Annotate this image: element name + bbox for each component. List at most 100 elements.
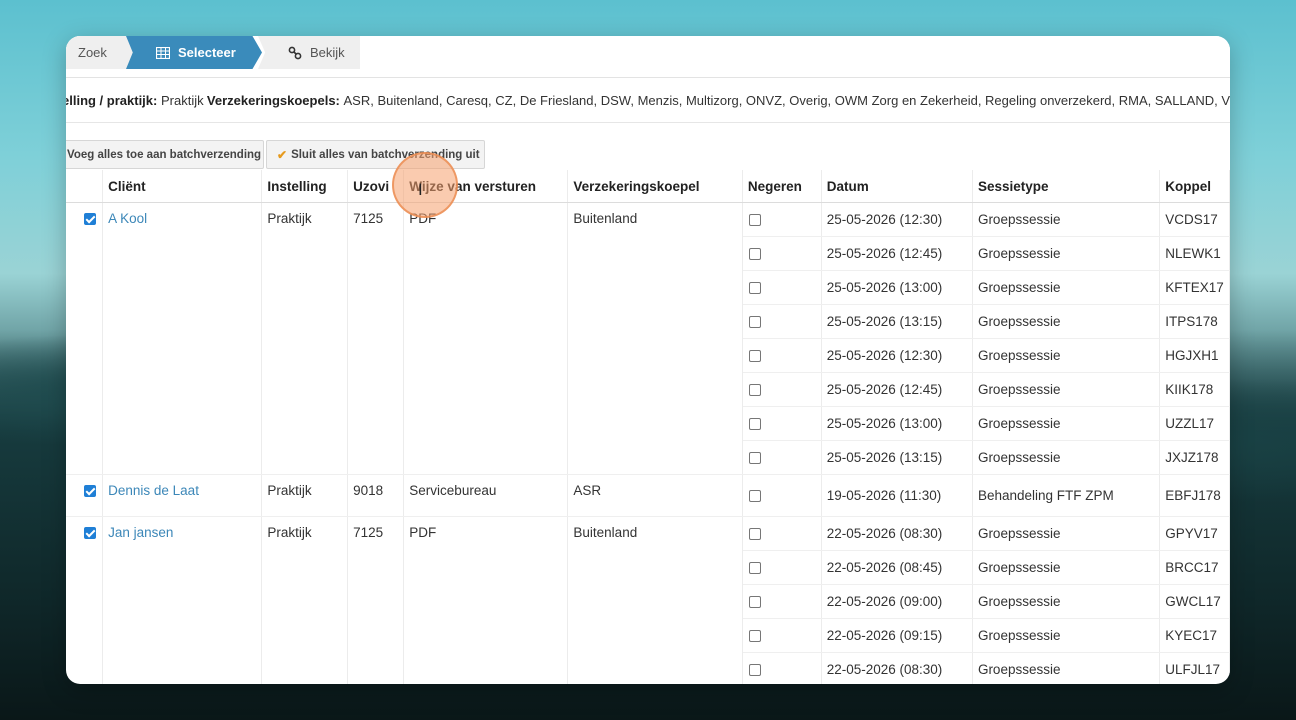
negeren-checkbox[interactable] <box>748 452 761 465</box>
negeren-checkbox[interactable] <box>748 596 761 609</box>
negeren-cell <box>742 304 822 339</box>
declaration-table: Cliënt Instelling Uzovi Wijze van verstu… <box>66 170 1230 684</box>
select-client-checkbox[interactable] <box>84 213 96 226</box>
sessietype-cell: Behandeling FTF ZPM <box>972 474 1161 517</box>
select-cell <box>66 202 104 475</box>
client-cell[interactable]: Jan jansen <box>102 516 263 684</box>
koppel-cell: NLEWK1 <box>1159 236 1230 271</box>
negeren-checkbox[interactable] <box>748 528 761 541</box>
column-header[interactable]: Cliënt <box>102 170 263 203</box>
koppel-cell: JXJZ178 <box>1159 440 1230 475</box>
wijze-cell: PDF <box>403 516 569 684</box>
link-icon <box>288 46 302 59</box>
negeren-checkbox[interactable] <box>748 562 761 575</box>
step-bekijk[interactable]: Bekijk <box>258 36 360 69</box>
sessietype-cell: Groepssessie <box>972 618 1161 653</box>
negeren-cell <box>742 584 822 619</box>
app-window: Zoek Bekijk Selecteer elling / praktijk:… <box>66 36 1230 684</box>
step-zoek-label: Zoek <box>78 45 107 60</box>
wijze-cell: PDF <box>403 202 569 475</box>
step-selecteer-label: Selecteer <box>178 45 236 60</box>
column-header[interactable]: Wijze van versturen <box>403 170 569 203</box>
koppel-cell: GWCL17 <box>1159 584 1230 619</box>
instelling-cell: Praktijk <box>261 474 349 517</box>
koepels-filter-label: Verzekeringskoepels: <box>206 92 340 108</box>
check-icon: ✔ <box>277 147 288 162</box>
negeren-cell <box>742 652 822 684</box>
column-header[interactable]: Verzekeringskoepel <box>567 170 743 203</box>
sessietype-cell: Groepssessie <box>972 652 1161 684</box>
table-icon <box>156 46 170 59</box>
koppel-cell: BRCC17 <box>1159 550 1230 585</box>
negeren-cell <box>742 202 822 237</box>
negeren-cell <box>742 440 822 475</box>
negeren-checkbox[interactable] <box>748 350 761 363</box>
negeren-checkbox[interactable] <box>748 664 761 677</box>
client-cell-text[interactable]: A Kool <box>108 211 147 226</box>
negeren-checkbox[interactable] <box>748 316 761 329</box>
koppel-cell: ULFJL17 <box>1159 652 1230 684</box>
column-header[interactable]: Koppel <box>1159 170 1230 203</box>
client-cell-text[interactable]: Dennis de Laat <box>108 483 199 498</box>
koepel-cell-text: Buitenland <box>573 525 638 540</box>
datum-cell: 22-05-2026 (08:30) <box>821 652 973 684</box>
koppel-cell: KFTEX17 <box>1159 270 1230 305</box>
sessietype-cell: Groepssessie <box>972 338 1161 373</box>
uzovi-cell: 7125 <box>347 202 405 475</box>
negeren-checkbox[interactable] <box>748 418 761 431</box>
sessietype-cell: Groepssessie <box>972 372 1161 407</box>
client-cell-text[interactable]: Jan jansen <box>108 525 173 540</box>
instelling-filter-value: Praktijk <box>160 92 204 108</box>
sessietype-cell: Groepssessie <box>972 406 1161 441</box>
koppel-cell: EBFJ178 <box>1159 474 1230 517</box>
column-header[interactable]: Uzovi <box>347 170 405 203</box>
koppel-cell: GPYV17 <box>1159 516 1230 551</box>
table-row: A Kool Praktijk 7125 PDF Buitenland 25-05-202… <box>66 202 1230 475</box>
negeren-checkbox[interactable] <box>748 630 761 643</box>
datum-cell: 25-05-2026 (12:30) <box>821 202 973 237</box>
client-cell[interactable]: Dennis de Laat <box>102 474 263 517</box>
add-all-batch-button[interactable]: Voeg alles toe aan batchverzending <box>66 140 264 169</box>
wijze-cell-text: Servicebureau <box>409 483 497 498</box>
select-client-checkbox[interactable] <box>84 485 96 498</box>
sessietype-cell: Groepssessie <box>972 550 1161 585</box>
column-header[interactable]: Instelling <box>261 170 349 203</box>
select-client-checkbox[interactable] <box>84 527 96 540</box>
datum-cell: 25-05-2026 (13:15) <box>821 304 973 339</box>
wijze-cell: Servicebureau <box>403 474 569 517</box>
datum-cell: 22-05-2026 (08:30) <box>821 516 973 551</box>
instelling-cell-text: Praktijk <box>267 525 312 540</box>
select-cell <box>66 516 104 684</box>
negeren-cell <box>742 406 822 441</box>
datum-cell: 19-05-2026 (11:30) <box>821 474 973 517</box>
koppel-cell: HGJXH1 <box>1159 338 1230 373</box>
instelling-filter-label: elling / praktijk: <box>66 92 158 108</box>
instelling-cell: Praktijk <box>261 202 349 475</box>
uzovi-cell-text: 9018 <box>353 483 384 498</box>
negeren-cell <box>742 550 822 585</box>
table-row: Jan jansen Praktijk 7125 PDF Buitenland 22-05… <box>66 516 1230 684</box>
negeren-checkbox[interactable] <box>748 248 761 261</box>
sessietype-cell: Groepssessie <box>972 584 1161 619</box>
column-header[interactable]: Datum <box>821 170 973 203</box>
column-header[interactable]: Sessietype <box>972 170 1161 203</box>
negeren-cell <box>742 618 822 653</box>
negeren-cell <box>742 338 822 373</box>
sessietype-cell: Groepssessie <box>972 236 1161 271</box>
step-selecteer[interactable]: Selecteer <box>126 36 262 69</box>
add-all-batch-label: Voeg alles toe aan batchverzending <box>67 148 262 161</box>
datum-cell: 22-05-2026 (09:15) <box>821 618 973 653</box>
negeren-checkbox[interactable] <box>748 490 761 503</box>
table-header-row: Cliënt Instelling Uzovi Wijze van verstu… <box>66 170 1230 203</box>
column-header[interactable]: Negeren <box>742 170 822 203</box>
negeren-checkbox[interactable] <box>748 214 761 227</box>
negeren-checkbox[interactable] <box>748 282 761 295</box>
koepel-cell-text: Buitenland <box>573 211 638 226</box>
koppel-cell: ITPS178 <box>1159 304 1230 339</box>
negeren-checkbox[interactable] <box>748 384 761 397</box>
filter-summary: elling / praktijk: Praktijk Verzekerings… <box>66 78 1230 123</box>
koppel-cell: UZZL17 <box>1159 406 1230 441</box>
exclude-all-batch-button[interactable]: ✔ Sluit alles van batchverzending uit <box>266 140 485 169</box>
client-cell[interactable]: A Kool <box>102 202 263 475</box>
datum-cell: 25-05-2026 (12:30) <box>821 338 973 373</box>
